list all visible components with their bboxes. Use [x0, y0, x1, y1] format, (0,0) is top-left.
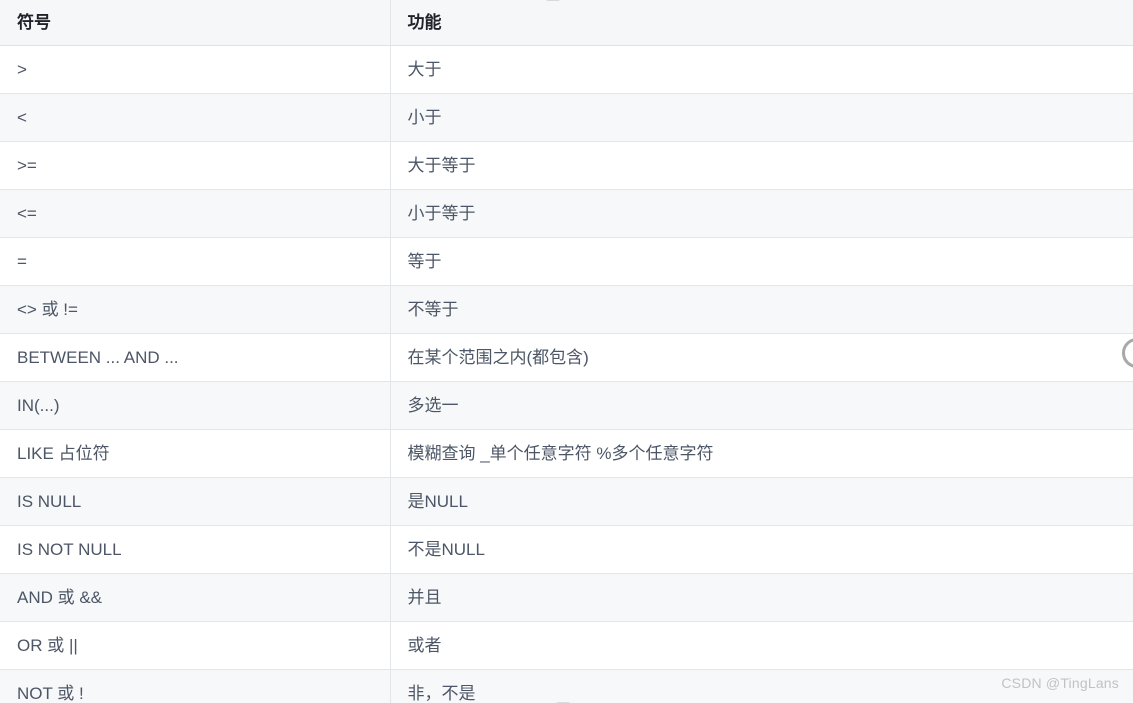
cell-symbol: <=	[0, 189, 391, 238]
cell-function: 不等于	[390, 285, 1133, 334]
cell-symbol: <	[0, 93, 391, 142]
cell-symbol: >=	[0, 141, 391, 190]
cell-symbol: BETWEEN ... AND ...	[0, 333, 391, 382]
cell-function: 或者	[390, 621, 1133, 670]
table-row: = 等于	[0, 237, 1133, 286]
column-header-symbol: 符号	[0, 0, 391, 46]
table-header-row: 符号 功能	[0, 0, 1133, 46]
sql-operator-table: 符号 功能 > 大于 < 小于 >= 大于等于 <= 小于等于 = 等于 <> 或 != 不等于 BET…	[0, 0, 1133, 703]
cell-symbol: <> 或 !=	[0, 285, 391, 334]
table-row: <= 小于等于	[0, 189, 1133, 238]
table-row: IS NULL 是NULL	[0, 477, 1133, 526]
cell-function: 小于	[390, 93, 1133, 142]
table-row: OR 或 || 或者	[0, 621, 1133, 670]
table-row: LIKE 占位符 模糊查询 _单个任意字符 %多个任意字符	[0, 429, 1133, 478]
cell-function: 多选一	[390, 381, 1133, 430]
cell-function: 并且	[390, 573, 1133, 622]
cell-function: 大于等于	[390, 141, 1133, 190]
table-body: > 大于 < 小于 >= 大于等于 <= 小于等于 = 等于 <> 或 != 不等于 BETWEEN .…	[0, 45, 1133, 703]
cell-symbol: IS NULL	[0, 477, 391, 526]
table-row: IN(...) 多选一	[0, 381, 1133, 430]
cell-symbol: OR 或 ||	[0, 621, 391, 670]
table-row: <> 或 != 不等于	[0, 285, 1133, 334]
cell-function: 小于等于	[390, 189, 1133, 238]
table-row: > 大于	[0, 45, 1133, 94]
cell-symbol: AND 或 &&	[0, 573, 391, 622]
column-header-function: 功能	[390, 0, 1133, 46]
cell-function: 模糊查询 _单个任意字符 %多个任意字符	[390, 429, 1133, 478]
top-edge-clipped-fragment	[546, 0, 560, 1]
cell-function: 等于	[390, 237, 1133, 286]
table-row: >= 大于等于	[0, 141, 1133, 190]
table-row: AND 或 && 并且	[0, 573, 1133, 622]
cell-symbol: >	[0, 45, 391, 94]
table-header: 符号 功能	[0, 0, 1133, 46]
table-row: IS NOT NULL 不是NULL	[0, 525, 1133, 574]
table-row: BETWEEN ... AND ... 在某个范围之内(都包含)	[0, 333, 1133, 382]
table-row: NOT 或 ! 非，不是	[0, 669, 1133, 703]
table-row: < 小于	[0, 93, 1133, 142]
cell-symbol: LIKE 占位符	[0, 429, 391, 478]
cell-symbol: IS NOT NULL	[0, 525, 391, 574]
cell-function: 非，不是	[390, 669, 1133, 703]
cell-symbol: NOT 或 !	[0, 669, 391, 703]
cell-symbol: IN(...)	[0, 381, 391, 430]
cell-function: 大于	[390, 45, 1133, 94]
cell-function: 不是NULL	[390, 525, 1133, 574]
cell-function: 在某个范围之内(都包含)	[390, 333, 1133, 382]
cell-symbol: =	[0, 237, 391, 286]
cell-function: 是NULL	[390, 477, 1133, 526]
screenshot-page: 符号 功能 > 大于 < 小于 >= 大于等于 <= 小于等于 = 等于 <> 或 != 不等于 BET…	[0, 0, 1133, 703]
